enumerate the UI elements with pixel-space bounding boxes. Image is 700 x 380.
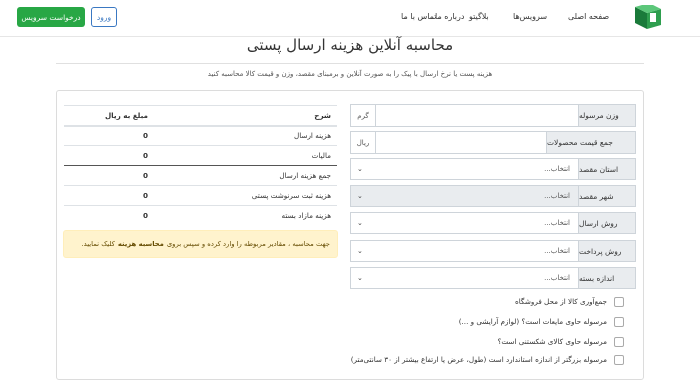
price-label: جمع قیمت محصولات [546, 131, 636, 154]
chevron-down-icon: ⌄ [357, 192, 363, 200]
chevron-down-icon: ⌄ [357, 274, 363, 282]
payment-method-select[interactable]: انتخاب... ⌄ [350, 240, 579, 262]
cost-summary-table: شرح مبلغ به ریال هزینه ارسال 0 مالیات 0 … [64, 105, 337, 226]
check-liquids[interactable]: مرسوله حاوی مایعات است؟ (لوازم آرایشی و … [344, 315, 624, 329]
table-row: مالیات 0 [64, 145, 337, 166]
province-select-value: انتخاب... [544, 165, 570, 173]
chevron-down-icon: ⌄ [357, 165, 363, 173]
checkbox[interactable] [614, 297, 624, 307]
province-label: استان مقصد [578, 158, 636, 180]
chevron-down-icon: ⌄ [357, 247, 363, 255]
table-header-row: شرح مبلغ به ریال [64, 105, 337, 127]
check-fragile[interactable]: مرسوله حاوی کالای شکستنی است؟ [344, 335, 624, 349]
table-row: هزینه ارسال 0 [64, 125, 337, 146]
payment-method-label: روش پرداخت [578, 240, 636, 262]
price-input[interactable] [375, 131, 547, 154]
shipping-method-select[interactable]: انتخاب... ⌄ [350, 212, 579, 234]
page-title: محاسبه آنلاین هزینه ارسال پستی [246, 36, 454, 54]
title-divider [56, 63, 644, 64]
shipping-method-label: روش ارسال [578, 212, 636, 234]
calculation-hint-alert: جهت محاسبه ، مقادیر مربوطه را وارد کرده … [63, 230, 338, 258]
nav-services[interactable]: سرویس‌ها [513, 12, 547, 21]
weight-unit: گرم [350, 104, 376, 127]
weight-label: وزن مرسوله [578, 104, 636, 127]
price-unit: ریال [350, 131, 376, 154]
request-service-button[interactable]: درخواست سرویس [17, 7, 85, 27]
check-pickup[interactable]: جمع‌آوری کالا از محل فروشگاه [344, 295, 624, 309]
checkbox[interactable] [614, 317, 624, 327]
chevron-down-icon: ⌄ [357, 219, 363, 227]
package-size-label: اندازه بسته [578, 267, 636, 289]
table-row: هزینه ثبت سرنوشت پستی 0 [64, 185, 337, 206]
column-header-amount: مبلغ به ریال [64, 105, 154, 127]
page-subtitle: هزینه پست یا نرخ ارسال با پیک را به صورت… [207, 70, 493, 78]
package-size-select[interactable]: انتخاب... ⌄ [350, 267, 579, 289]
table-row: هزینه مازاد بسته 0 [64, 205, 337, 226]
nav-contact[interactable]: تماس با ما [401, 12, 437, 21]
truck-logo-icon[interactable] [633, 5, 663, 31]
province-select[interactable]: انتخاب... ⌄ [350, 158, 579, 180]
checkbox[interactable] [614, 337, 624, 347]
shipping-method-value: انتخاب... [544, 219, 570, 227]
nav-home[interactable]: صفحه اصلی [568, 12, 609, 21]
city-select-value: انتخاب... [544, 192, 570, 200]
weight-input[interactable] [375, 104, 579, 127]
payment-method-value: انتخاب... [544, 247, 570, 255]
package-size-value: انتخاب... [544, 274, 570, 282]
login-button[interactable]: ورود [91, 7, 117, 27]
calculate-cost-link: محاسبه هزینه [117, 240, 164, 248]
table-row-total: جمع هزینه ارسال 0 [64, 165, 337, 186]
city-select[interactable]: انتخاب... ⌄ [350, 185, 579, 207]
nav-blog[interactable]: بلاگیتو [469, 12, 489, 21]
nav-about[interactable]: درباره ما [435, 12, 464, 21]
top-navbar: صفحه اصلی سرویس‌ها بلاگیتو درباره ما تما… [0, 0, 700, 37]
column-header-description: شرح [154, 105, 337, 127]
city-label: شهر مقصد [578, 185, 636, 207]
checkbox[interactable] [614, 355, 624, 365]
